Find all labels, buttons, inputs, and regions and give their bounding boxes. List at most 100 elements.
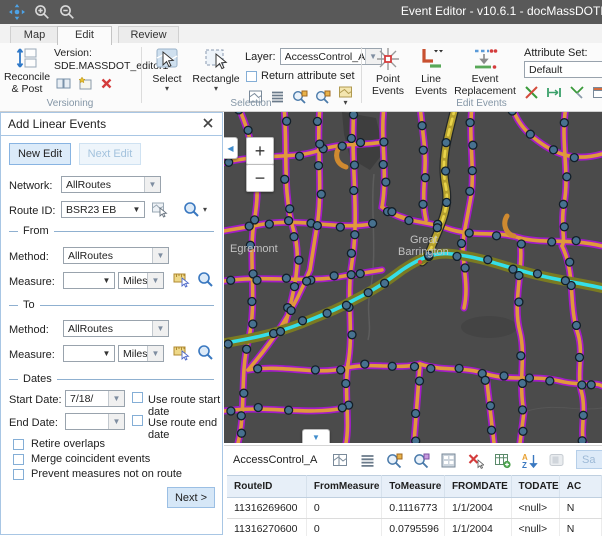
map-viewport[interactable]: Egremont Great Barrington ◀ + − ▼ — [224, 112, 602, 443]
from-method-select[interactable]: AllRoutes▼ — [63, 247, 169, 264]
reconcile-post-button[interactable]: Reconcile & Post — [3, 46, 51, 95]
close-icon[interactable] — [201, 116, 215, 130]
point-events-button[interactable]: Point Events — [368, 46, 408, 97]
pan-icon[interactable] — [9, 4, 25, 20]
prevent-measures-label: Prevent measures not on route — [31, 468, 182, 480]
use-route-start-date-label: Use route start date — [148, 394, 222, 418]
grid-zoom-to-selected-icon[interactable] — [386, 452, 403, 469]
selection-group-label: Selection — [141, 98, 361, 109]
end-date-select[interactable]: ▼ — [65, 413, 125, 430]
panel-header: Add Linear Events — [1, 113, 222, 136]
return-attribute-checkbox[interactable] — [246, 71, 257, 82]
to-method-label: Method: — [9, 324, 49, 336]
from-unit-select[interactable]: Miles▼ — [118, 272, 164, 289]
from-legend: From — [9, 225, 214, 237]
grid-toolbar: AccessControl_A A Z — [224, 446, 602, 474]
reconcile-post-icon — [15, 46, 39, 70]
attribute-grid-area: AccessControl_A A Z — [224, 445, 602, 536]
grid-add-record-icon[interactable] — [494, 452, 511, 469]
col-routeid[interactable]: RouteID — [227, 476, 306, 498]
to-measure-zoom-icon[interactable] — [197, 344, 214, 361]
collapse-left-icon: ◀ — [227, 144, 233, 153]
merge-coincident-checkbox[interactable] — [13, 454, 24, 465]
next-button[interactable]: Next > — [167, 487, 215, 508]
zoom-out-icon[interactable] — [59, 4, 75, 20]
col-todate[interactable]: TODATE — [511, 476, 559, 498]
tab-map[interactable]: Map — [10, 26, 59, 43]
retire-overlaps-checkbox[interactable] — [13, 439, 24, 450]
map-canvas: Egremont Great Barrington — [224, 112, 602, 443]
event-replacement-button[interactable]: Event Replacement — [452, 46, 518, 97]
to-unit-select[interactable]: Miles▼ — [118, 345, 164, 362]
next-edit-button[interactable]: Next Edit — [79, 143, 141, 165]
line-events-icon — [418, 46, 444, 72]
select-route-on-map-icon[interactable] — [151, 201, 168, 218]
from-measure-locate-icon[interactable] — [173, 271, 190, 288]
use-route-end-date-label: Use route end date — [148, 417, 222, 441]
tab-edit[interactable]: Edit — [57, 26, 112, 45]
to-method-select[interactable]: AllRoutes▼ — [63, 320, 169, 337]
map-label-great: Great — [410, 234, 438, 246]
new-version-icon[interactable] — [78, 76, 93, 91]
from-measure-zoom-icon[interactable] — [197, 271, 214, 288]
map-label-egremont: Egremont — [230, 243, 278, 255]
col-frommeasure[interactable]: FromMeasure — [306, 476, 381, 498]
delete-version-icon[interactable] — [100, 77, 113, 90]
app-title: Event Editor - v10.6.1 - docMassDOTN — [401, 4, 602, 18]
dates-legend: Dates — [9, 373, 214, 385]
map-zoom-out-button[interactable]: − — [246, 164, 274, 192]
prevent-measures-checkbox[interactable] — [13, 469, 24, 480]
table-header-row: RouteID FromMeasure ToMeasure FROMDATE T… — [227, 476, 602, 498]
zoom-to-route-button[interactable]: ▾ — [183, 201, 207, 218]
network-label: Network: — [9, 180, 52, 192]
grid-pan-to-selected-icon[interactable] — [413, 452, 430, 469]
rectangle-tool-button[interactable]: Rectangle ▾ — [191, 46, 241, 92]
grid-calculate-icon[interactable] — [440, 452, 457, 469]
start-date-select[interactable]: 7/18/▼ — [65, 390, 125, 407]
route-id-select[interactable]: BSR23 EB▼ — [61, 201, 145, 218]
compare-versions-icon[interactable] — [56, 76, 71, 91]
use-route-end-date-checkbox[interactable] — [132, 415, 143, 426]
zoom-in-icon[interactable] — [34, 4, 50, 20]
end-date-label: End Date: — [9, 417, 58, 429]
attribute-set-select[interactable]: Default — [524, 61, 602, 78]
from-measure-select[interactable]: ▼ — [63, 272, 115, 289]
layer-label: Layer: — [245, 51, 276, 63]
tab-review[interactable]: Review — [118, 26, 179, 43]
network-select[interactable]: AllRoutes▼ — [61, 176, 161, 193]
select-tool-icon — [154, 46, 180, 72]
title-bar: Event Editor - v10.6.1 - docMassDOTN — [0, 0, 602, 24]
grid-show-selected-icon[interactable] — [359, 452, 376, 469]
grid-sort-icon[interactable]: A Z — [521, 452, 538, 469]
select-tool-button[interactable]: Select ▾ — [146, 46, 188, 92]
to-measure-locate-icon[interactable] — [173, 344, 190, 361]
grid-delete-selected-icon[interactable] — [467, 452, 484, 469]
to-measure-label: Measure: — [9, 349, 55, 361]
panel-title: Add Linear Events — [8, 117, 106, 131]
rectangle-tool-icon — [203, 46, 229, 72]
collapse-panel-button[interactable]: ◀ — [224, 137, 238, 159]
map-zoom-in-button[interactable]: + — [246, 137, 274, 165]
col-ac[interactable]: AC — [559, 476, 601, 498]
to-measure-select[interactable]: ▼ — [63, 345, 115, 362]
col-fromdate[interactable]: FROMDATE — [444, 476, 511, 498]
map-label-barrington: Barrington — [398, 246, 449, 258]
route-id-label: Route ID: — [9, 205, 55, 217]
col-tomeasure[interactable]: ToMeasure — [382, 476, 445, 498]
attribute-set-label: Attribute Set: — [524, 47, 588, 59]
use-route-start-date-checkbox[interactable] — [132, 392, 143, 403]
event-replacement-icon — [472, 46, 498, 72]
collapse-table-button[interactable]: ▼ — [302, 429, 330, 443]
layer-select[interactable]: AccessControl_A ▼ — [280, 48, 382, 65]
rectangle-tool-caret: ▾ — [191, 85, 241, 92]
grid-select-on-map-icon[interactable] — [332, 452, 349, 469]
table-row[interactable]: 1131626960000.11167731/1/2004<null>N — [227, 498, 602, 519]
line-events-button[interactable]: Line Events — [411, 46, 451, 97]
save-button[interactable]: Sa — [576, 450, 602, 469]
select-tool-caret: ▾ — [146, 85, 188, 92]
zoom-to-route-icon — [183, 201, 200, 218]
new-edit-button[interactable]: New Edit — [9, 143, 71, 165]
grid-identify-icon[interactable] — [548, 452, 565, 469]
table-row[interactable]: 1131627060000.07955961/1/2004<null>N — [227, 519, 602, 536]
to-legend: To — [9, 299, 214, 311]
